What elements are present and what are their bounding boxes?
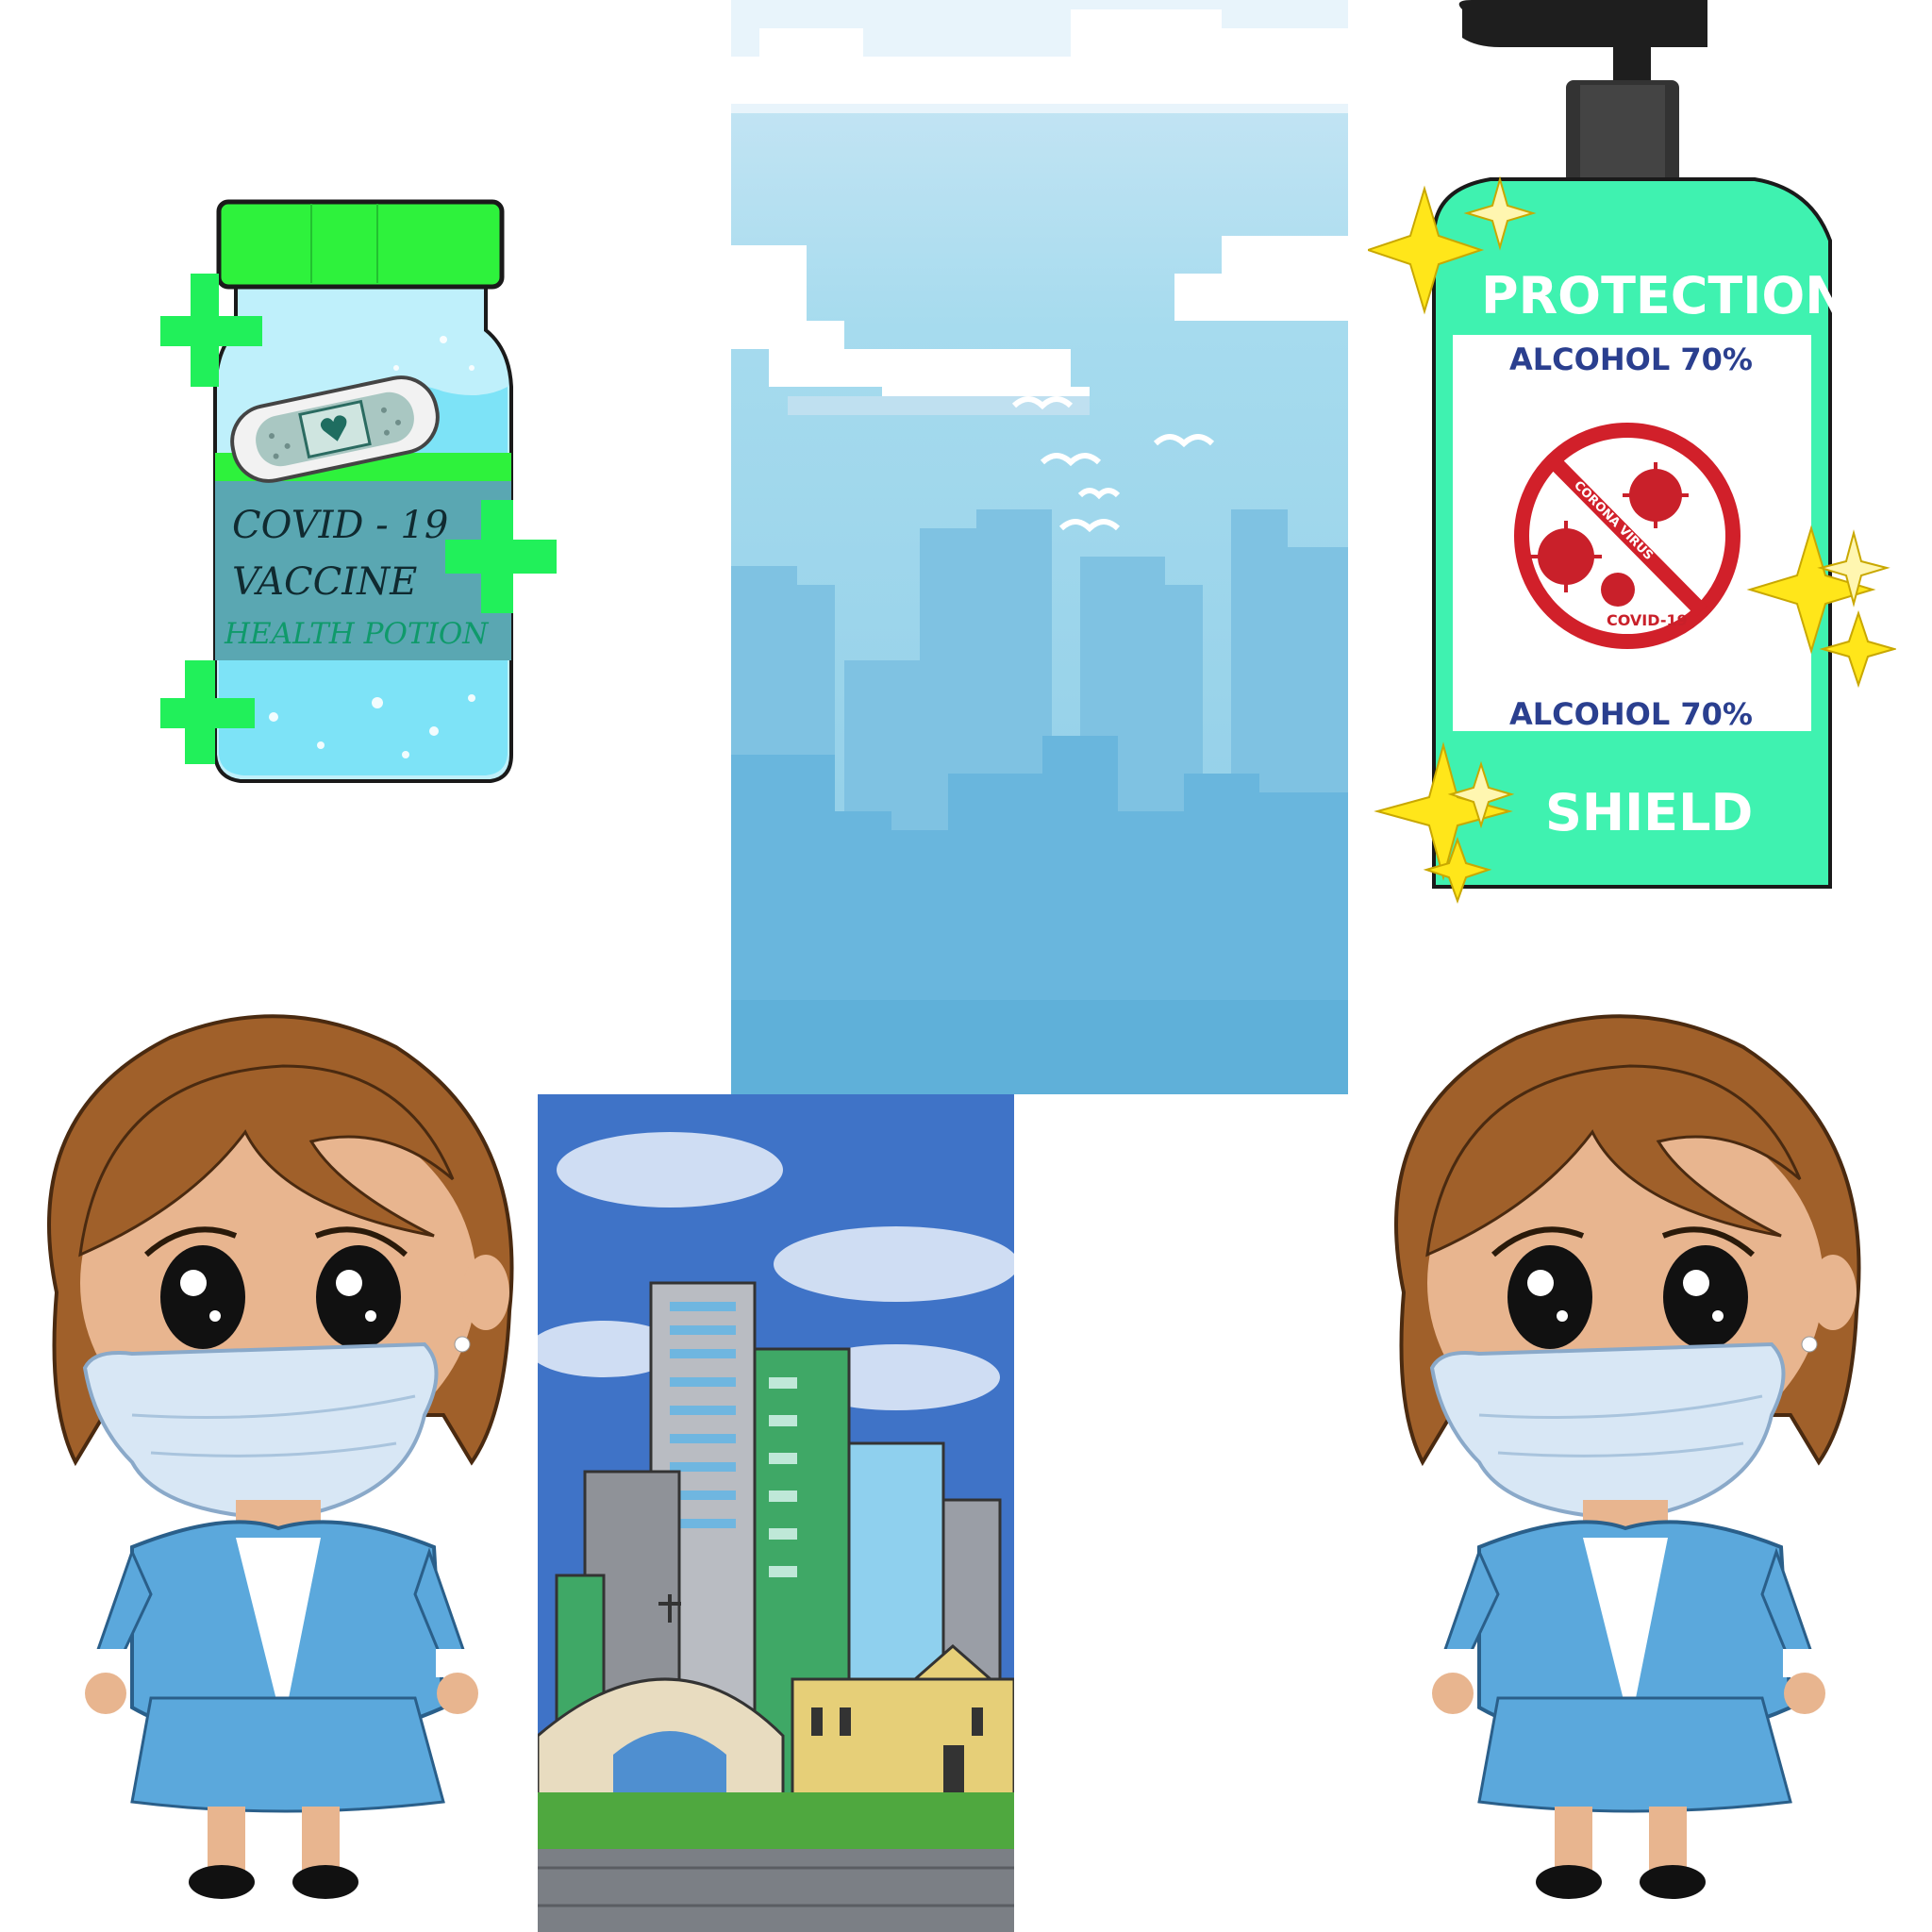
- vaccine-label-line2: VACCINE: [232, 560, 417, 604]
- shield-label: SHIELD: [1545, 783, 1753, 842]
- face-mask: [82, 1341, 439, 1522]
- blue-skirt: [130, 1696, 445, 1813]
- sanitizer-bottle-item[interactable]: PROTECTION ALCOHOL 70% ALCOHOL 70% COVID…: [1368, 0, 1896, 915]
- girl-character-masked[interactable]: [1347, 972, 1894, 1915]
- face-mask: [1429, 1341, 1786, 1522]
- vaccine-label-line1: COVID - 19: [232, 504, 448, 547]
- no-virus-icon: COVID-19 CORONA VIRUS: [1514, 423, 1740, 649]
- alcohol-top-label: ALCOHOL 70%: [1509, 341, 1753, 377]
- vial-liquid: [219, 660, 508, 775]
- vial-cap: [216, 199, 505, 290]
- girl-character-masked[interactable]: [0, 972, 547, 1915]
- covid-badge-text: COVID-19: [1607, 611, 1688, 629]
- vaccine-label-line3: HEALTH POTION: [224, 617, 490, 651]
- blue-skirt: [1477, 1696, 1792, 1813]
- sky-skyline-background[interactable]: [731, 0, 1348, 1094]
- protection-title: PROTECTION: [1481, 266, 1847, 325]
- alcohol-bottom-label: ALCOHOL 70%: [1509, 696, 1753, 732]
- city-buildings-background[interactable]: [538, 1094, 1014, 1932]
- pump-nozzle: [1458, 0, 1707, 85]
- vaccine-vial-item[interactable]: COVID - 19 VACCINE HEALTH POTION: [160, 189, 575, 792]
